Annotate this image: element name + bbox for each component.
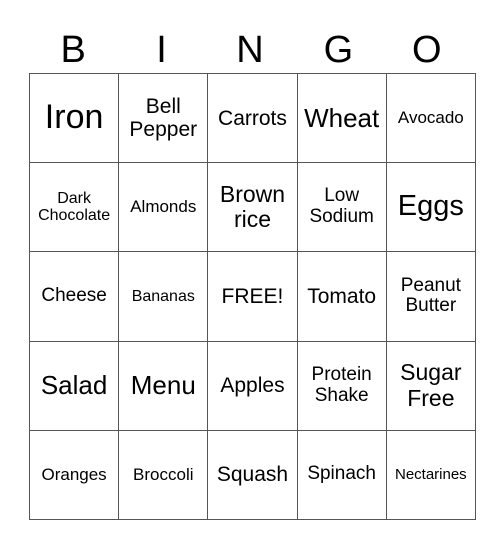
card-cell[interactable]: Dark Chocolate <box>28 162 120 253</box>
header-letter-b: B <box>60 29 86 71</box>
card-cell[interactable]: Spinach <box>296 429 387 520</box>
card-cell[interactable]: Almonds <box>118 162 209 253</box>
card-cell[interactable]: Low Sodium <box>296 162 387 253</box>
bingo-header: B I N G O <box>29 28 471 73</box>
card-row: Dark Chocolate Almonds Brown rice Low So… <box>28 162 476 253</box>
card-cell[interactable]: Brown rice <box>207 162 298 253</box>
header-letter-i: I <box>156 29 167 71</box>
free-space-cell[interactable]: FREE! <box>207 251 298 342</box>
card-cell[interactable]: Salad <box>28 340 120 431</box>
bingo-card: Iron Bell Pepper Carrots Wheat Avocado D… <box>28 72 476 520</box>
header-letter-n: N <box>236 29 264 71</box>
card-cell[interactable]: Peanut Butter <box>385 251 476 342</box>
card-cell[interactable]: Iron <box>28 72 120 164</box>
header-letter-g: G <box>323 29 354 71</box>
card-cell[interactable]: Eggs <box>385 162 476 253</box>
card-row: Oranges Broccoli Squash Spinach Nectarin… <box>28 429 476 520</box>
card-cell[interactable]: Tomato <box>296 251 387 342</box>
card-row: Iron Bell Pepper Carrots Wheat Avocado <box>28 72 476 164</box>
card-cell[interactable]: Cheese <box>28 251 120 342</box>
card-cell[interactable]: Avocado <box>385 72 476 164</box>
header-letter-o: O <box>411 29 442 71</box>
card-cell[interactable]: Apples <box>207 340 298 431</box>
card-row: Cheese Bananas FREE! Tomato Peanut Butte… <box>28 251 476 342</box>
card-cell[interactable]: Protein Shake <box>296 340 387 431</box>
card-cell[interactable]: Wheat <box>296 72 387 164</box>
card-cell[interactable]: Broccoli <box>118 429 209 520</box>
card-cell[interactable]: Bananas <box>118 251 209 342</box>
card-cell[interactable]: Nectarines <box>385 429 476 520</box>
card-cell[interactable]: Sugar Free <box>385 340 476 431</box>
card-cell[interactable]: Carrots <box>207 72 298 164</box>
card-cell[interactable]: Squash <box>207 429 298 520</box>
card-row: Salad Menu Apples Protein Shake Sugar Fr… <box>28 340 476 431</box>
card-cell[interactable]: Menu <box>118 340 209 431</box>
card-cell[interactable]: Oranges <box>28 429 120 520</box>
card-cell[interactable]: Bell Pepper <box>118 72 209 164</box>
